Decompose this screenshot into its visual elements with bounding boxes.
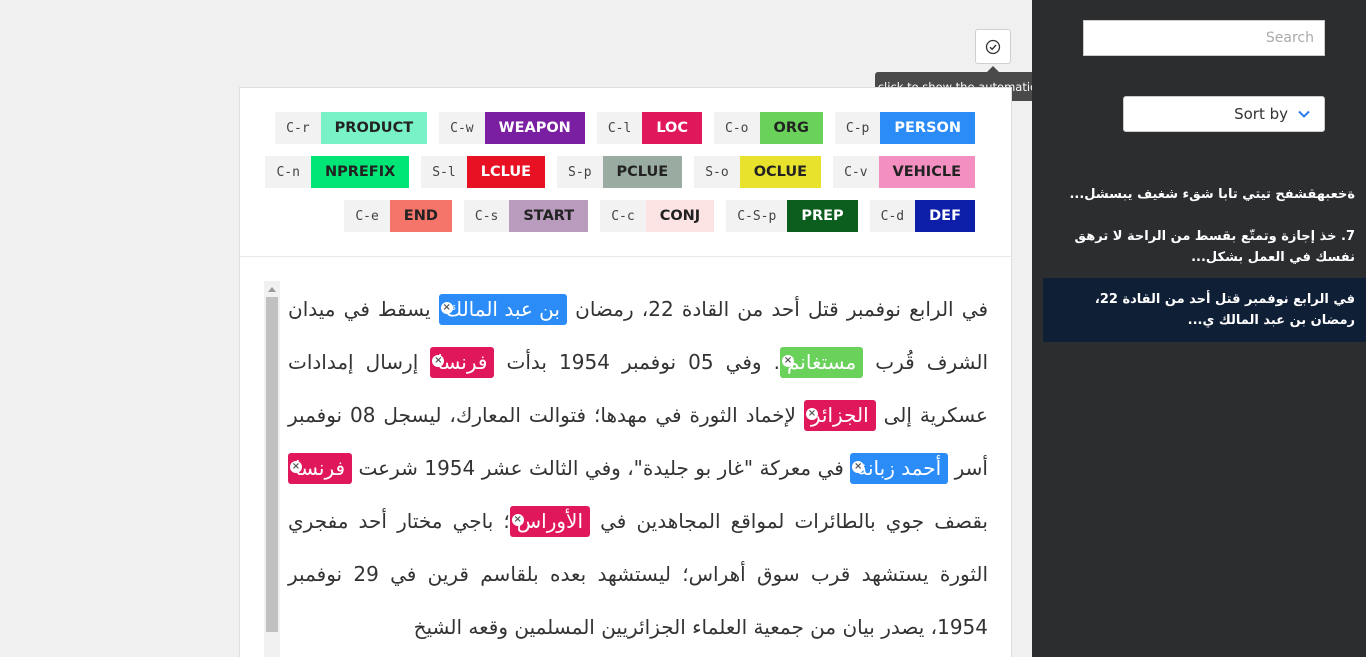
label-prep[interactable]: PREP C-S-p <box>726 200 858 232</box>
scrollbar[interactable] <box>264 281 280 657</box>
label-shortcut: C-w <box>439 112 485 144</box>
label-shortcut: S-o <box>694 156 740 188</box>
document-text-area: في الرابع نوفمبر قتل أحد من القادة 22، ر… <box>264 281 988 657</box>
show-auto-annotations-button[interactable] <box>975 29 1011 64</box>
label-name: LCLUE <box>466 156 546 188</box>
label-end[interactable]: END C-e <box>344 200 452 232</box>
entity-text: الجزائر <box>810 403 869 427</box>
entity-loc[interactable]: الجزائر × <box>803 400 876 431</box>
label-def[interactable]: DEF C-d <box>869 200 975 232</box>
label-shortcut: C-s <box>463 200 510 232</box>
label-name: START <box>509 200 589 232</box>
remove-entity-icon[interactable]: × <box>290 461 302 473</box>
scrollbar-thumb[interactable] <box>266 297 278 632</box>
label-person[interactable]: PERSON C-p <box>834 112 975 144</box>
label-name: ORG <box>759 112 823 144</box>
label-pclue[interactable]: PCLUE S-p <box>557 156 683 188</box>
label-oclue[interactable]: OCLUE S-o <box>694 156 822 188</box>
label-shortcut: C-e <box>344 200 390 232</box>
label-loc[interactable]: LOC C-l <box>596 112 703 144</box>
sort-by-dropdown[interactable]: Sort by <box>1123 96 1325 132</box>
scroll-up-arrow-icon[interactable] <box>268 287 276 292</box>
remove-entity-icon[interactable]: × <box>511 514 524 526</box>
label-palette: PERSON C-p ORG C-o LOC C-l WEAPON C-w PRODUCT C-r… <box>240 88 1011 257</box>
label-shortcut: C-n <box>265 156 311 188</box>
entity-loc[interactable]: فرنسا × <box>288 453 353 484</box>
entity-text: مستغانم <box>786 350 857 374</box>
search-input[interactable] <box>1083 20 1325 56</box>
entity-person[interactable]: أحمد زبانة × <box>850 453 949 484</box>
entity-text: بن عبد المالك <box>445 297 560 321</box>
label-name: OCLUE <box>739 156 822 188</box>
label-name: PREP <box>787 200 858 232</box>
entity-org[interactable]: مستغانم × <box>779 347 864 378</box>
label-shortcut: C-d <box>869 200 916 232</box>
sort-by-label: Sort by <box>1234 105 1288 123</box>
label-shortcut: C-v <box>833 156 879 188</box>
entity-person[interactable]: بن عبد المالك × <box>438 294 567 325</box>
remove-entity-icon[interactable]: × <box>805 408 818 420</box>
label-shortcut: S-p <box>557 156 603 188</box>
entity-text: فرنسا <box>437 350 488 374</box>
label-row: VEHICLE C-v OCLUE S-o PCLUE S-p LCLUE S-l NPREFI… <box>253 156 975 188</box>
label-org[interactable]: ORG C-o <box>714 112 823 144</box>
label-name: PRODUCT <box>320 112 428 144</box>
label-shortcut: C-r <box>275 112 321 144</box>
label-shortcut: C-S-p <box>726 200 788 232</box>
label-name: CONJ <box>645 200 715 232</box>
label-name: LOC <box>642 112 703 144</box>
document-list-item-selected[interactable]: في الرابع نوفمبر قتل أحد من القادة 22، ر… <box>1043 278 1366 342</box>
label-shortcut: S-l <box>421 156 467 188</box>
chevron-down-icon <box>1298 110 1310 118</box>
entity-loc[interactable]: فرنسا × <box>430 347 495 378</box>
entity-text: فرنسا <box>295 456 346 480</box>
label-shortcut: C-o <box>714 112 760 144</box>
label-vehicle[interactable]: VEHICLE C-v <box>833 156 975 188</box>
remove-entity-icon[interactable]: × <box>440 302 453 314</box>
entity-text: الأوراس <box>516 509 583 533</box>
label-lclue[interactable]: LCLUE S-l <box>421 156 546 188</box>
label-name: NPREFIX <box>310 156 410 188</box>
label-shortcut: C-l <box>596 112 643 144</box>
label-shortcut: C-c <box>600 200 646 232</box>
document-list-item[interactable]: ةخعبهقشفح تيتي تابا شقء شغيف يبسشل... <box>1043 184 1366 205</box>
label-name: VEHICLE <box>878 156 975 188</box>
label-row: DEF C-d PREP C-S-p CONJ C-c START C-s END C-e <box>332 200 975 232</box>
label-name: END <box>389 200 452 232</box>
entity-loc[interactable]: الأوراس × <box>509 506 590 537</box>
label-name: WEAPON <box>484 112 585 144</box>
document-text: في الرابع نوفمبر قتل أحد من القادة 22، ر… <box>288 281 988 654</box>
document-sidebar: Sort by ةخعبهقشفح تيتي تابا شقء شغيف يبس… <box>1032 0 1366 657</box>
label-shortcut: C-p <box>834 112 881 144</box>
annotation-panel: PERSON C-p ORG C-o LOC C-l WEAPON C-w PRODUCT C-r… <box>239 87 1012 657</box>
document-list-item[interactable]: 7. خذ إجازة وتمتّع بقسط من الراحة لا تره… <box>1043 226 1366 268</box>
entity-text: أحمد زبانة <box>857 456 942 480</box>
label-name: DEF <box>915 200 975 232</box>
label-product[interactable]: PRODUCT C-r <box>275 112 428 144</box>
label-name: PCLUE <box>602 156 683 188</box>
label-weapon[interactable]: WEAPON C-w <box>439 112 585 144</box>
remove-entity-icon[interactable]: × <box>781 355 794 367</box>
label-start[interactable]: START C-s <box>463 200 589 232</box>
label-row: PERSON C-p ORG C-o LOC C-l WEAPON C-w PRODUCT C-r <box>263 112 975 144</box>
check-circle-icon <box>985 39 1001 54</box>
label-conj[interactable]: CONJ C-c <box>600 200 715 232</box>
label-name: PERSON <box>880 112 975 144</box>
label-nprefix[interactable]: NPREFIX C-n <box>265 156 410 188</box>
